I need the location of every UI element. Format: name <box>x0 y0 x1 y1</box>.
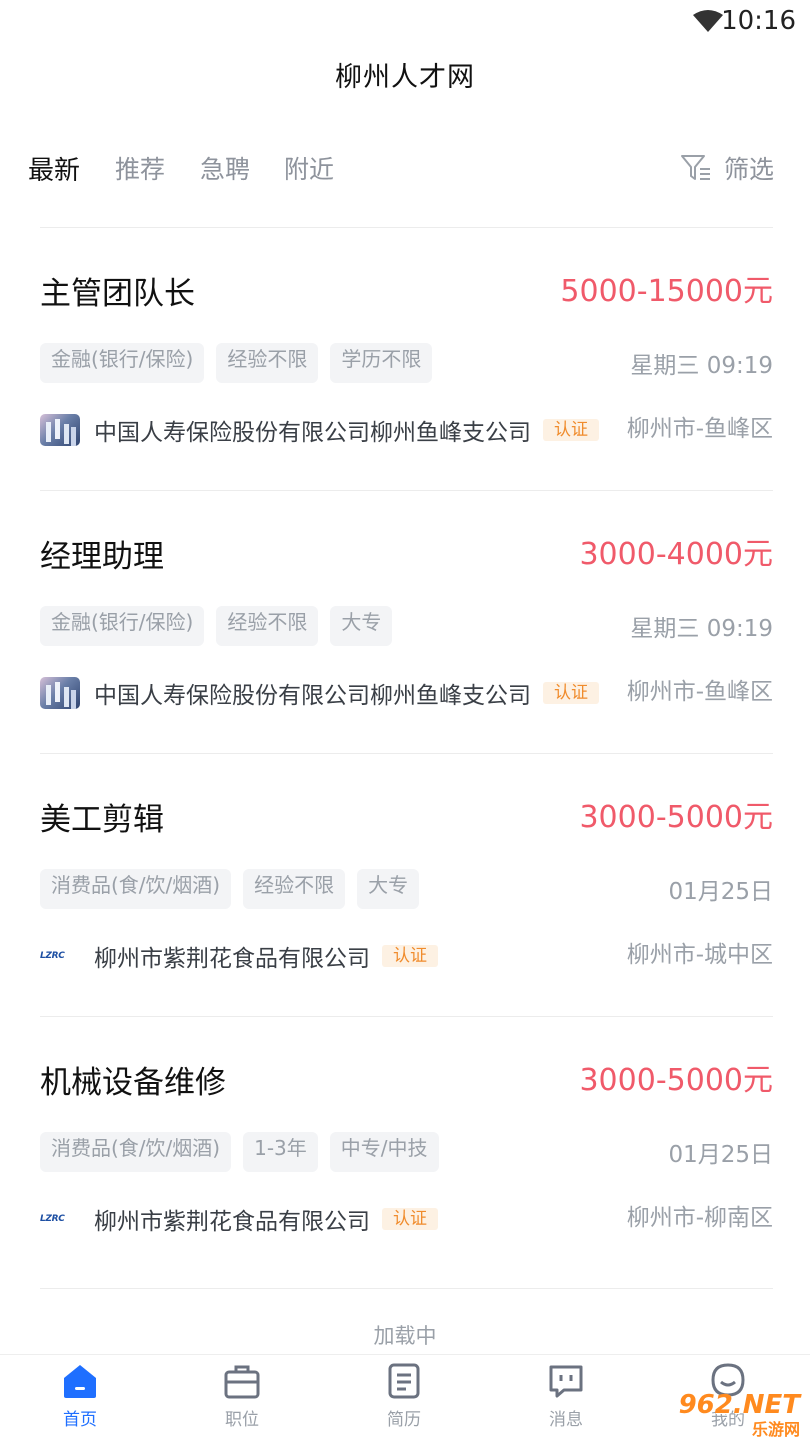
nav-jobs[interactable]: 职位 <box>187 1361 297 1430</box>
job-title: 机械设备维修 <box>40 1065 226 1101</box>
message-icon <box>549 1365 583 1398</box>
cert-badge: 认证 <box>543 682 599 704</box>
loading-indicator: 加载中 <box>373 1324 437 1348</box>
job-date: 星期三 09:19 <box>630 353 773 379</box>
company-logo <box>40 677 80 709</box>
job-tags: 消费品(食/饮/烟酒) 经验不限 大专 <box>40 869 431 909</box>
tag-experience: 经验不限 <box>216 343 319 383</box>
job-salary: 5000-15000元 <box>560 274 773 309</box>
company-name: 柳州市紫荆花食品有限公司 <box>94 946 370 972</box>
job-title: 经理助理 <box>40 539 164 575</box>
company-row: 中国人寿保险股份有限公司柳州鱼峰支公司 认证 <box>40 676 599 710</box>
job-card[interactable]: 美工剪辑 3000-5000元 消费品(食/饮/烟酒) 经验不限 大专 01月2… <box>40 754 773 1016</box>
cert-badge: 认证 <box>543 419 599 441</box>
company-logo: LZRC <box>40 1203 80 1235</box>
job-title: 美工剪辑 <box>40 802 164 838</box>
nav-resume[interactable]: 简历 <box>349 1361 459 1430</box>
tag-industry: 金融(银行/保险) <box>40 343 205 383</box>
job-date: 星期三 09:19 <box>630 616 773 642</box>
job-tags: 消费品(食/饮/烟酒) 1-3年 中专/中技 <box>40 1132 451 1172</box>
nav-home-label: 首页 <box>63 1410 97 1430</box>
cert-badge: 认证 <box>382 1208 438 1230</box>
wifi-icon <box>693 10 723 32</box>
filter-icon <box>680 155 710 180</box>
company-name: 中国人寿保险股份有限公司柳州鱼峰支公司 <box>94 683 531 709</box>
tag-education: 大专 <box>357 869 420 909</box>
job-salary: 3000-5000元 <box>579 800 773 835</box>
job-card[interactable]: 机械设备维修 3000-5000元 消费品(食/饮/烟酒) 1-3年 中专/中技… <box>40 1017 773 1279</box>
bottom-nav: 首页 职位 简历 消息 我的 962.NET 乐游网 <box>0 1354 810 1440</box>
status-time: 10:16 <box>721 6 796 36</box>
divider <box>40 1288 773 1289</box>
company-logo <box>40 414 80 446</box>
app-header: 柳州人才网 <box>0 44 810 112</box>
company-name: 柳州市紫荆花食品有限公司 <box>94 1209 370 1235</box>
job-title: 主管团队长 <box>40 276 195 312</box>
tag-industry: 金融(银行/保险) <box>40 606 205 646</box>
tab-latest[interactable]: 最新 <box>28 150 80 187</box>
company-logo: LZRC <box>40 940 80 972</box>
tag-experience: 经验不限 <box>243 869 346 909</box>
company-row: 中国人寿保险股份有限公司柳州鱼峰支公司 认证 <box>40 413 599 447</box>
cert-badge: 认证 <box>382 945 438 967</box>
filter-button[interactable]: 筛选 <box>680 150 774 186</box>
home-icon <box>64 1365 96 1398</box>
job-location: 柳州市-城中区 <box>626 942 773 968</box>
briefcase-icon <box>224 1365 260 1399</box>
job-tags: 金融(银行/保险) 经验不限 学历不限 <box>40 343 444 383</box>
tab-urgent[interactable]: 急聘 <box>200 150 250 186</box>
status-bar: 10:16 <box>0 0 810 44</box>
job-date: 01月25日 <box>668 879 773 905</box>
job-salary: 3000-5000元 <box>579 1063 773 1098</box>
company-name: 中国人寿保险股份有限公司柳州鱼峰支公司 <box>94 420 531 446</box>
nav-messages[interactable]: 消息 <box>511 1361 621 1430</box>
filter-label: 筛选 <box>723 155 774 184</box>
tag-education: 中专/中技 <box>329 1132 439 1172</box>
nav-resume-label: 简历 <box>387 1410 421 1430</box>
tag-experience: 1-3年 <box>243 1132 318 1172</box>
tag-education: 大专 <box>330 606 393 646</box>
watermark-logo: 962.NET 乐游网 <box>676 1386 804 1439</box>
tag-education: 学历不限 <box>330 343 433 383</box>
job-location: 柳州市-鱼峰区 <box>626 416 773 442</box>
page-title: 柳州人才网 <box>335 62 475 93</box>
tab-bar: 最新 推荐 急聘 附近 筛选 <box>0 140 810 200</box>
nav-jobs-label: 职位 <box>225 1410 259 1430</box>
job-location: 柳州市-鱼峰区 <box>626 679 773 705</box>
resume-icon <box>388 1363 420 1399</box>
job-card[interactable]: 主管团队长 5000-15000元 金融(银行/保险) 经验不限 学历不限 星期… <box>40 228 773 490</box>
tab-nearby[interactable]: 附近 <box>284 150 334 186</box>
tag-industry: 消费品(食/饮/烟酒) <box>40 1132 232 1172</box>
company-row: LZRC 柳州市紫荆花食品有限公司 认证 <box>40 1202 438 1236</box>
job-location: 柳州市-柳南区 <box>626 1205 773 1231</box>
job-tags: 金融(银行/保险) 经验不限 大专 <box>40 606 404 646</box>
job-card[interactable]: 经理助理 3000-4000元 金融(银行/保险) 经验不限 大专 星期三 09… <box>40 491 773 753</box>
job-salary: 3000-4000元 <box>579 537 773 572</box>
watermark-sub: 乐游网 <box>751 1420 800 1439</box>
tab-recommended[interactable]: 推荐 <box>115 150 165 186</box>
job-date: 01月25日 <box>668 1142 773 1168</box>
tag-experience: 经验不限 <box>216 606 319 646</box>
nav-messages-label: 消息 <box>549 1410 583 1430</box>
nav-home[interactable]: 首页 <box>25 1361 135 1430</box>
company-row: LZRC 柳州市紫荆花食品有限公司 认证 <box>40 939 438 973</box>
tag-industry: 消费品(食/饮/烟酒) <box>40 869 232 909</box>
